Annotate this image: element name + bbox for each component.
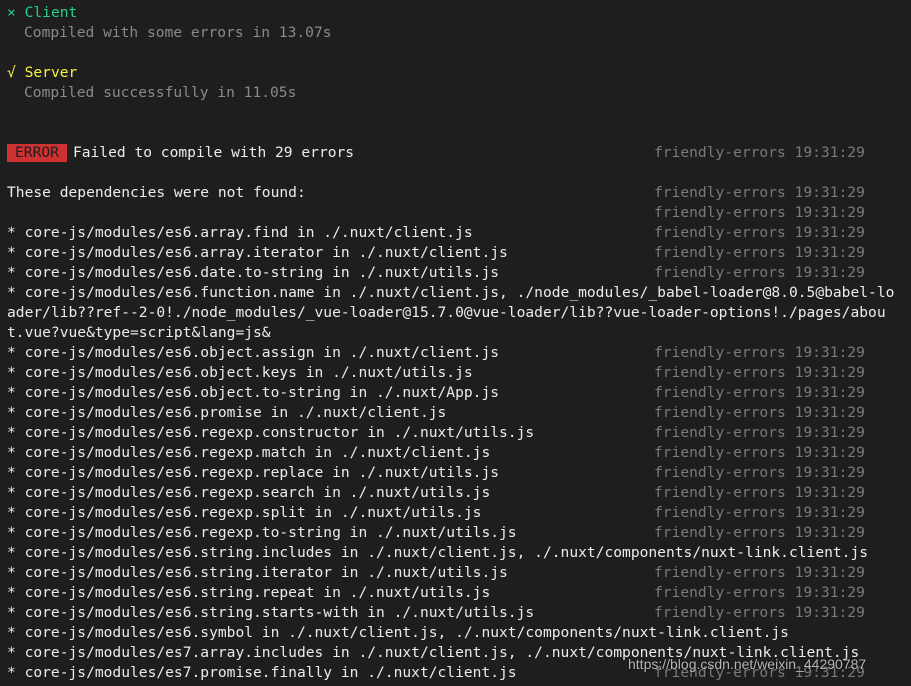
- log-line-text: * core-js/modules/es6.regexp.to-string i…: [7, 524, 517, 541]
- error-line: ERROR Failed to compile with 29 errors fri…: [7, 143, 907, 163]
- log-line-timestamp: friendly-errors 19:31:29: [654, 224, 865, 241]
- log-line: * core-js/modules/es6.object.to-string i…: [7, 383, 907, 403]
- client-title: Client: [24, 4, 78, 21]
- blank-log-line: friendly-errors 19:31:29: [7, 203, 907, 223]
- log-line-timestamp: friendly-errors 19:31:29: [654, 584, 865, 601]
- server-detail: Compiled successfully in 11.05s: [24, 84, 297, 101]
- check-icon: √: [7, 64, 16, 81]
- log-line-text: * core-js/modules/es6.string.repeat in .…: [7, 584, 491, 601]
- log-line-text: * core-js/modules/es6.array.find in ./.n…: [7, 224, 473, 241]
- log-line-text: * core-js/modules/es7.promise.finally in…: [7, 664, 517, 681]
- client-status-line: × Client: [7, 3, 907, 23]
- log-line-text: * core-js/modules/es6.symbol in ./.nuxt/…: [7, 624, 789, 641]
- log-line-timestamp: friendly-errors 19:31:29: [654, 424, 865, 441]
- deps-header-timestamp: friendly-errors 19:31:29: [654, 184, 865, 201]
- log-line: * core-js/modules/es6.object.assign in .…: [7, 343, 907, 363]
- error-badge: ERROR: [7, 144, 67, 162]
- log-line-text: * core-js/modules/es6.regexp.match in ./…: [7, 444, 491, 461]
- log-line-timestamp: friendly-errors 19:31:29: [654, 344, 865, 361]
- log-line-wrapped: * core-js/modules/es6.function.name in .…: [7, 283, 907, 343]
- log-line-text: * core-js/modules/es6.string.iterator in…: [7, 564, 508, 581]
- log-line-text: * core-js/modules/es6.date.to-string in …: [7, 264, 500, 281]
- watermark: https://blog.csdn.net/weixin_44290787: [628, 656, 867, 672]
- log-line: * core-js/modules/es6.string.repeat in .…: [7, 583, 907, 603]
- log-line: * core-js/modules/es6.array.find in ./.n…: [7, 223, 907, 243]
- log-line-timestamp: friendly-errors 19:31:29: [654, 244, 865, 261]
- log-line: * core-js/modules/es6.string.includes in…: [7, 543, 907, 563]
- log-line-timestamp: friendly-errors 19:31:29: [654, 364, 865, 381]
- log-line-timestamp: friendly-errors 19:31:29: [654, 524, 865, 541]
- log-line-text: * core-js/modules/es6.object.assign in .…: [7, 344, 500, 361]
- client-detail: Compiled with some errors in 13.07s: [24, 24, 332, 41]
- log-line: * core-js/modules/es6.object.keys in ./.…: [7, 363, 907, 383]
- log-line-timestamp: friendly-errors 19:31:29: [654, 464, 865, 481]
- log-line-text: * core-js/modules/es6.string.starts-with…: [7, 604, 535, 621]
- log-line-text: * core-js/modules/es6.regexp.split in ./…: [7, 504, 482, 521]
- log-line: * core-js/modules/es6.symbol in ./.nuxt/…: [7, 623, 907, 643]
- log-line: * core-js/modules/es6.promise in ./.nuxt…: [7, 403, 907, 423]
- blank-line-timestamp: friendly-errors 19:31:29: [654, 204, 865, 221]
- log-line: * core-js/modules/es6.array.iterator in …: [7, 243, 907, 263]
- log-line-timestamp: friendly-errors 19:31:29: [654, 504, 865, 521]
- log-line: * core-js/modules/es6.string.iterator in…: [7, 563, 907, 583]
- log-line-text: * core-js/modules/es6.string.includes in…: [7, 544, 869, 561]
- log-line-text: * core-js/modules/es6.object.keys in ./.…: [7, 364, 473, 381]
- cross-icon: ×: [7, 4, 16, 21]
- log-line-text: * core-js/modules/es6.regexp.search in .…: [7, 484, 491, 501]
- log-line-text: * core-js/modules/es6.object.to-string i…: [7, 384, 500, 401]
- log-line-timestamp: friendly-errors 19:31:29: [654, 444, 865, 461]
- log-line-text: * core-js/modules/es6.function.name in .…: [7, 284, 895, 341]
- log-line-text: * core-js/modules/es6.promise in ./.nuxt…: [7, 404, 447, 421]
- log-line: * core-js/modules/es6.regexp.replace in …: [7, 463, 907, 483]
- terminal-output: × Client Compiled with some errors in 13…: [7, 3, 907, 683]
- log-line-text: * core-js/modules/es6.regexp.replace in …: [7, 464, 500, 481]
- log-line-timestamp: friendly-errors 19:31:29: [654, 264, 865, 281]
- deps-header: These dependencies were not found:: [7, 184, 306, 201]
- log-line-text: * core-js/modules/es6.regexp.constructor…: [7, 424, 535, 441]
- log-line-timestamp: friendly-errors 19:31:29: [654, 404, 865, 421]
- log-line-timestamp: friendly-errors 19:31:29: [654, 384, 865, 401]
- log-line-timestamp: friendly-errors 19:31:29: [654, 604, 865, 621]
- log-line-timestamp: friendly-errors 19:31:29: [654, 484, 865, 501]
- deps-header-line: These dependencies were not found: friend…: [7, 183, 907, 203]
- error-timestamp: friendly-errors 19:31:29: [654, 144, 865, 161]
- log-line: * core-js/modules/es6.date.to-string in …: [7, 263, 907, 283]
- server-title: Server: [24, 64, 78, 81]
- server-status-line: √ Server: [7, 63, 907, 83]
- log-line: * core-js/modules/es6.regexp.constructor…: [7, 423, 907, 443]
- log-line: * core-js/modules/es6.string.starts-with…: [7, 603, 907, 623]
- log-line: * core-js/modules/es6.regexp.split in ./…: [7, 503, 907, 523]
- log-line-timestamp: friendly-errors 19:31:29: [654, 564, 865, 581]
- log-line: * core-js/modules/es6.regexp.search in .…: [7, 483, 907, 503]
- error-message: Failed to compile with 29 errors: [72, 144, 355, 161]
- log-line: * core-js/modules/es6.regexp.to-string i…: [7, 523, 907, 543]
- log-line: * core-js/modules/es6.regexp.match in ./…: [7, 443, 907, 463]
- log-line-text: * core-js/modules/es6.array.iterator in …: [7, 244, 508, 261]
